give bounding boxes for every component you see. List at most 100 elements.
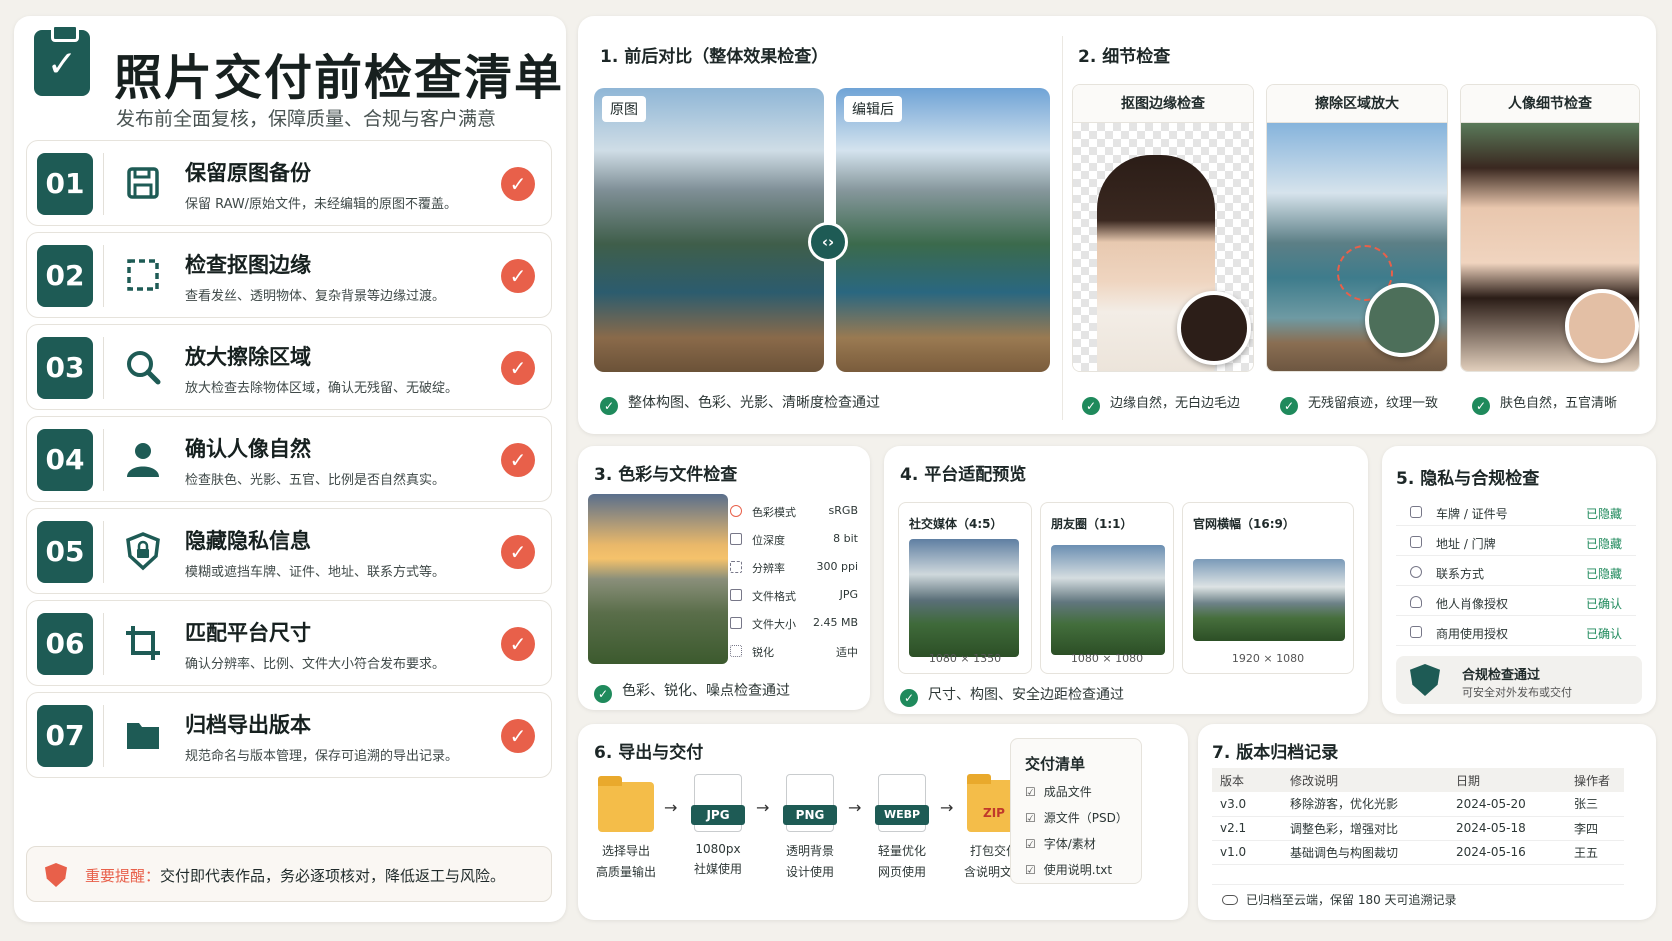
export-step[interactable]: 选择导出 高质量输出 — [586, 774, 666, 880]
table-cell: 李四 — [1566, 816, 1624, 841]
table-row[interactable]: v3.0 移除游客，优化光影 2024-05-20 张三 — [1212, 792, 1624, 817]
platform-preview — [1051, 545, 1165, 655]
delivery-item[interactable]: 使用说明.txt — [1025, 861, 1112, 878]
user-icon — [1410, 596, 1422, 608]
info-key: 锐化 — [752, 646, 774, 659]
ok-check-icon: ✓ — [1472, 397, 1490, 415]
selection-icon — [127, 259, 159, 291]
export-step[interactable]: WEBP 轻量优化 网页使用 — [862, 774, 942, 880]
ok-check-icon: ✓ — [1082, 397, 1100, 415]
compliance-pass-box: 合规检查通过 可安全对外发布或交付 — [1396, 656, 1642, 704]
folder-icon — [127, 723, 159, 749]
item-number: 06 — [37, 613, 93, 675]
check-icon[interactable]: ✓ — [501, 351, 535, 385]
checklist-item[interactable]: 01 保留原图备份 保留 RAW/原始文件，未经编辑的原图不覆盖。 ✓ — [26, 140, 552, 226]
checklist-item[interactable]: 06 匹配平台尺寸 确认分辨率、比例、文件大小符合发布要求。 ✓ — [26, 600, 552, 686]
check-icon[interactable]: ✓ — [501, 535, 535, 569]
step-label: 选择导出 — [601, 844, 650, 858]
section-title: 7. 版本归档记录 — [1212, 743, 1339, 763]
delivery-item[interactable]: 字体/素材 — [1025, 835, 1096, 852]
privacy-status: 已隐藏 — [1585, 537, 1622, 551]
step-sublabel: 社媒使用 — [693, 862, 742, 876]
check-icon[interactable]: ✓ — [501, 627, 535, 661]
shield-check-icon — [1410, 664, 1440, 696]
table-row[interactable]: v2.1 调整色彩，增强对比 2024-05-18 李四 — [1212, 816, 1624, 841]
privacy-status: 已确认 — [1585, 627, 1622, 641]
privacy-key: 商用使用授权 — [1436, 627, 1509, 641]
item-desc: 模糊或遮挡车牌、证件、地址、联系方式等。 — [185, 565, 446, 580]
platform-preview — [909, 539, 1019, 657]
table-cell: 2024-05-16 — [1448, 840, 1566, 865]
notice-banner: 重要提醒：交付即代表作品，务必逐项核对，降低返工与风险。 — [26, 846, 552, 902]
info-value: 适中 — [836, 646, 858, 659]
divider — [103, 337, 104, 399]
table-header-row: 版本 修改说明 日期 操作者 — [1212, 768, 1624, 792]
step-sublabel: 网页使用 — [877, 865, 926, 879]
compare-slider-handle[interactable]: ‹› — [808, 222, 848, 262]
zoom-lens — [1177, 291, 1251, 365]
detail-status-text: 无残留痕迹，纹理一致 — [1308, 396, 1439, 411]
item-desc: 保留 RAW/原始文件，未经编辑的原图不覆盖。 — [185, 197, 458, 212]
platform-preview — [1193, 559, 1345, 641]
privacy-row: 地址 / 门牌 已隐藏 — [1396, 528, 1636, 556]
ok-check-icon: ✓ — [900, 689, 918, 707]
resolution-icon — [730, 561, 742, 573]
delivery-item[interactable]: 源文件（PSD） — [1025, 809, 1128, 826]
detail-status-text: 边缘自然，无白边毛边 — [1110, 396, 1241, 411]
check-icon[interactable]: ✓ — [501, 719, 535, 753]
check-icon[interactable]: ✓ — [501, 167, 535, 201]
file-label: PNG — [783, 805, 837, 825]
info-value: JPG — [839, 588, 858, 601]
info-key: 文件格式 — [752, 590, 796, 603]
checklist-item[interactable]: 05 隐藏隐私信息 模糊或遮挡车牌、证件、地址、联系方式等。 ✓ — [26, 508, 552, 594]
divider — [103, 705, 104, 767]
item-title: 匹配平台尺寸 — [185, 621, 311, 645]
table-cell: 王五 — [1566, 840, 1624, 865]
item-title: 隐藏隐私信息 — [185, 529, 311, 553]
table-cell: 2024-05-18 — [1448, 816, 1566, 841]
checklist-item[interactable]: 02 检查抠图边缘 查看发丝、透明物体、复杂背景等边缘过渡。 ✓ — [26, 232, 552, 318]
item-desc: 确认分辨率、比例、文件大小符合发布要求。 — [185, 657, 446, 672]
check-icon[interactable]: ✓ — [501, 443, 535, 477]
checklist-item[interactable]: 03 放大擦除区域 放大检查去除物体区域，确认无残留、无破绽。 ✓ — [26, 324, 552, 410]
item-title: 保留原图备份 — [185, 161, 311, 185]
file-info-row: 位深度 8 bit — [730, 532, 858, 547]
table-row[interactable]: v1.0 基础调色与构图裁切 2024-05-16 王五 — [1212, 840, 1624, 865]
file-info-row: 文件格式 JPG — [730, 588, 858, 603]
privacy-key: 地址 / 门牌 — [1436, 537, 1496, 551]
platform-dim: 1920 × 1080 — [1231, 652, 1305, 665]
divider — [103, 429, 104, 491]
platform-card: 官网横幅（16:9） 1920 × 1080 — [1182, 502, 1354, 674]
table-header: 版本 — [1212, 768, 1282, 792]
divider — [103, 245, 104, 307]
page-subtitle: 发布前全面复核，保障质量、合规与客户满意 — [116, 108, 497, 130]
checklist-item[interactable]: 07 归档导出版本 规范命名与版本管理，保存可追溯的导出记录。 ✓ — [26, 692, 552, 778]
item-desc: 查看发丝、透明物体、复杂背景等边缘过渡。 — [185, 289, 446, 304]
check-icon[interactable]: ✓ — [501, 259, 535, 293]
file-info-row: 文件大小 2.45 MB — [730, 616, 858, 631]
platform-head: 朋友圈（1:1） — [1051, 517, 1133, 531]
before-tag: 原图 — [602, 96, 646, 122]
file-size-icon — [730, 617, 742, 629]
file-label: JPG — [691, 805, 745, 825]
export-step[interactable]: PNG 透明背景 设计使用 — [770, 774, 850, 880]
platform-head: 社交媒体（4:5） — [909, 517, 1003, 531]
before-photo: 原图 — [594, 88, 824, 372]
detail-card: 抠图边缘检查 — [1072, 84, 1254, 372]
export-step[interactable]: JPG 1080px 社媒使用 — [678, 774, 758, 877]
delivery-item[interactable]: 成品文件 — [1025, 783, 1092, 800]
compare-status-text: 整体构图、色彩、光影、清晰度检查通过 — [628, 395, 880, 411]
platform-dim: 1080 × 1350 — [928, 652, 1002, 665]
checklist-item[interactable]: 04 确认人像自然 检查肤色、光影、五官、比例是否自然真实。 ✓ — [26, 416, 552, 502]
crop-icon — [126, 626, 160, 660]
delivery-list: 交付清单 成品文件 源文件（PSD） 字体/素材 使用说明.txt — [1010, 738, 1142, 884]
info-value: 8 bit — [833, 532, 858, 545]
section-title: 1. 前后对比（整体效果检查） — [600, 47, 829, 67]
person-icon — [127, 443, 159, 477]
section-title: 3. 色彩与文件检查 — [594, 465, 738, 485]
file-format-icon — [730, 589, 742, 601]
table-cell: 基础调色与构图裁切 — [1282, 840, 1448, 865]
table-header: 操作者 — [1566, 768, 1624, 792]
jpg-file-icon: JPG — [691, 774, 745, 832]
delivery-title: 交付清单 — [1025, 755, 1086, 773]
